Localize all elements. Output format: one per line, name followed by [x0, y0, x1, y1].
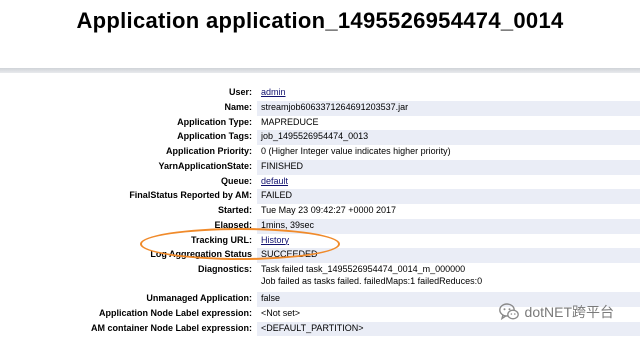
page-title: Application application_1495526954474_00…: [76, 8, 564, 33]
row-label: FinalStatus Reported by AM:: [129, 190, 252, 201]
table-row: Elapsed: 1mins, 39sec: [0, 218, 640, 234]
tracking-url-highlight-ellipse: [140, 228, 340, 260]
row-label: Application Type:: [177, 116, 252, 127]
row-value: admin: [257, 86, 640, 101]
table-row: Diagnostics: Task failed task_1495526954…: [0, 263, 640, 292]
row-value: job_1495526954474_0013: [257, 130, 640, 145]
application-info-table: User: admin Name: streamjob6063371264691…: [0, 86, 640, 337]
table-row: FinalStatus Reported by AM: FAILED: [0, 189, 640, 204]
watermark-text: dotNET跨平台: [524, 304, 614, 320]
row-value: 1mins, 39sec: [257, 218, 640, 234]
wechat-icon: [498, 303, 519, 321]
queue-link[interactable]: default: [261, 176, 288, 186]
table-row: Name: streamjob6063371264691203537.jar: [0, 100, 640, 116]
table-row: Application Priority: 0 (Higher Integer …: [0, 145, 640, 160]
row-value: <DEFAULT_PARTITION>: [257, 321, 640, 337]
diagnostics-line-2: Job failed as tasks failed. failedMaps:1…: [261, 276, 483, 286]
row-value: Task failed task_1495526954474_0014_m_00…: [257, 263, 640, 292]
row-label: Application Node Label expression:: [98, 307, 252, 318]
row-value: MAPREDUCE: [261, 116, 319, 127]
row-label: Name:: [224, 101, 252, 112]
table-row: User: admin: [0, 86, 640, 101]
header-divider: [0, 68, 640, 73]
table-row: Application Tags: job_1495526954474_0013: [0, 130, 640, 145]
row-label: User:: [228, 87, 252, 97]
diagnostics-line-1: Task failed task_1495526954474_0014_m_00…: [261, 264, 466, 274]
row-value: default: [257, 175, 640, 190]
row-label: Application Tags:: [177, 131, 252, 142]
row-value: 0 (Higher Integer value indicates higher…: [261, 146, 451, 156]
table-row: Application Type: MAPREDUCE: [0, 116, 640, 131]
table-row: AM container Node Label expression: <DEF…: [0, 321, 640, 337]
row-label: Started:: [217, 205, 252, 215]
table-row: YarnApplicationState: FINISHED: [0, 159, 640, 175]
row-label: AM container Node Label expression:: [90, 322, 252, 333]
row-label: Application Priority:: [165, 146, 252, 156]
row-value: Tue May 23 09:42:27 +0000 2017: [261, 205, 397, 215]
row-label: YarnApplicationState:: [158, 160, 252, 171]
table-row: Started: Tue May 23 09:42:27 +0000 2017: [0, 204, 640, 219]
row-value: FAILED: [257, 189, 640, 204]
row-label: Diagnostics:: [197, 264, 252, 274]
table-row: Queue: default: [0, 175, 640, 190]
row-value: streamjob6063371264691203537.jar: [257, 100, 640, 116]
row-value: FINISHED: [257, 159, 640, 175]
watermark: dotNET跨平台: [498, 302, 614, 322]
row-label: Unmanaged Application:: [146, 293, 252, 303]
user-link[interactable]: admin: [261, 87, 286, 97]
row-label: Queue:: [220, 175, 252, 186]
